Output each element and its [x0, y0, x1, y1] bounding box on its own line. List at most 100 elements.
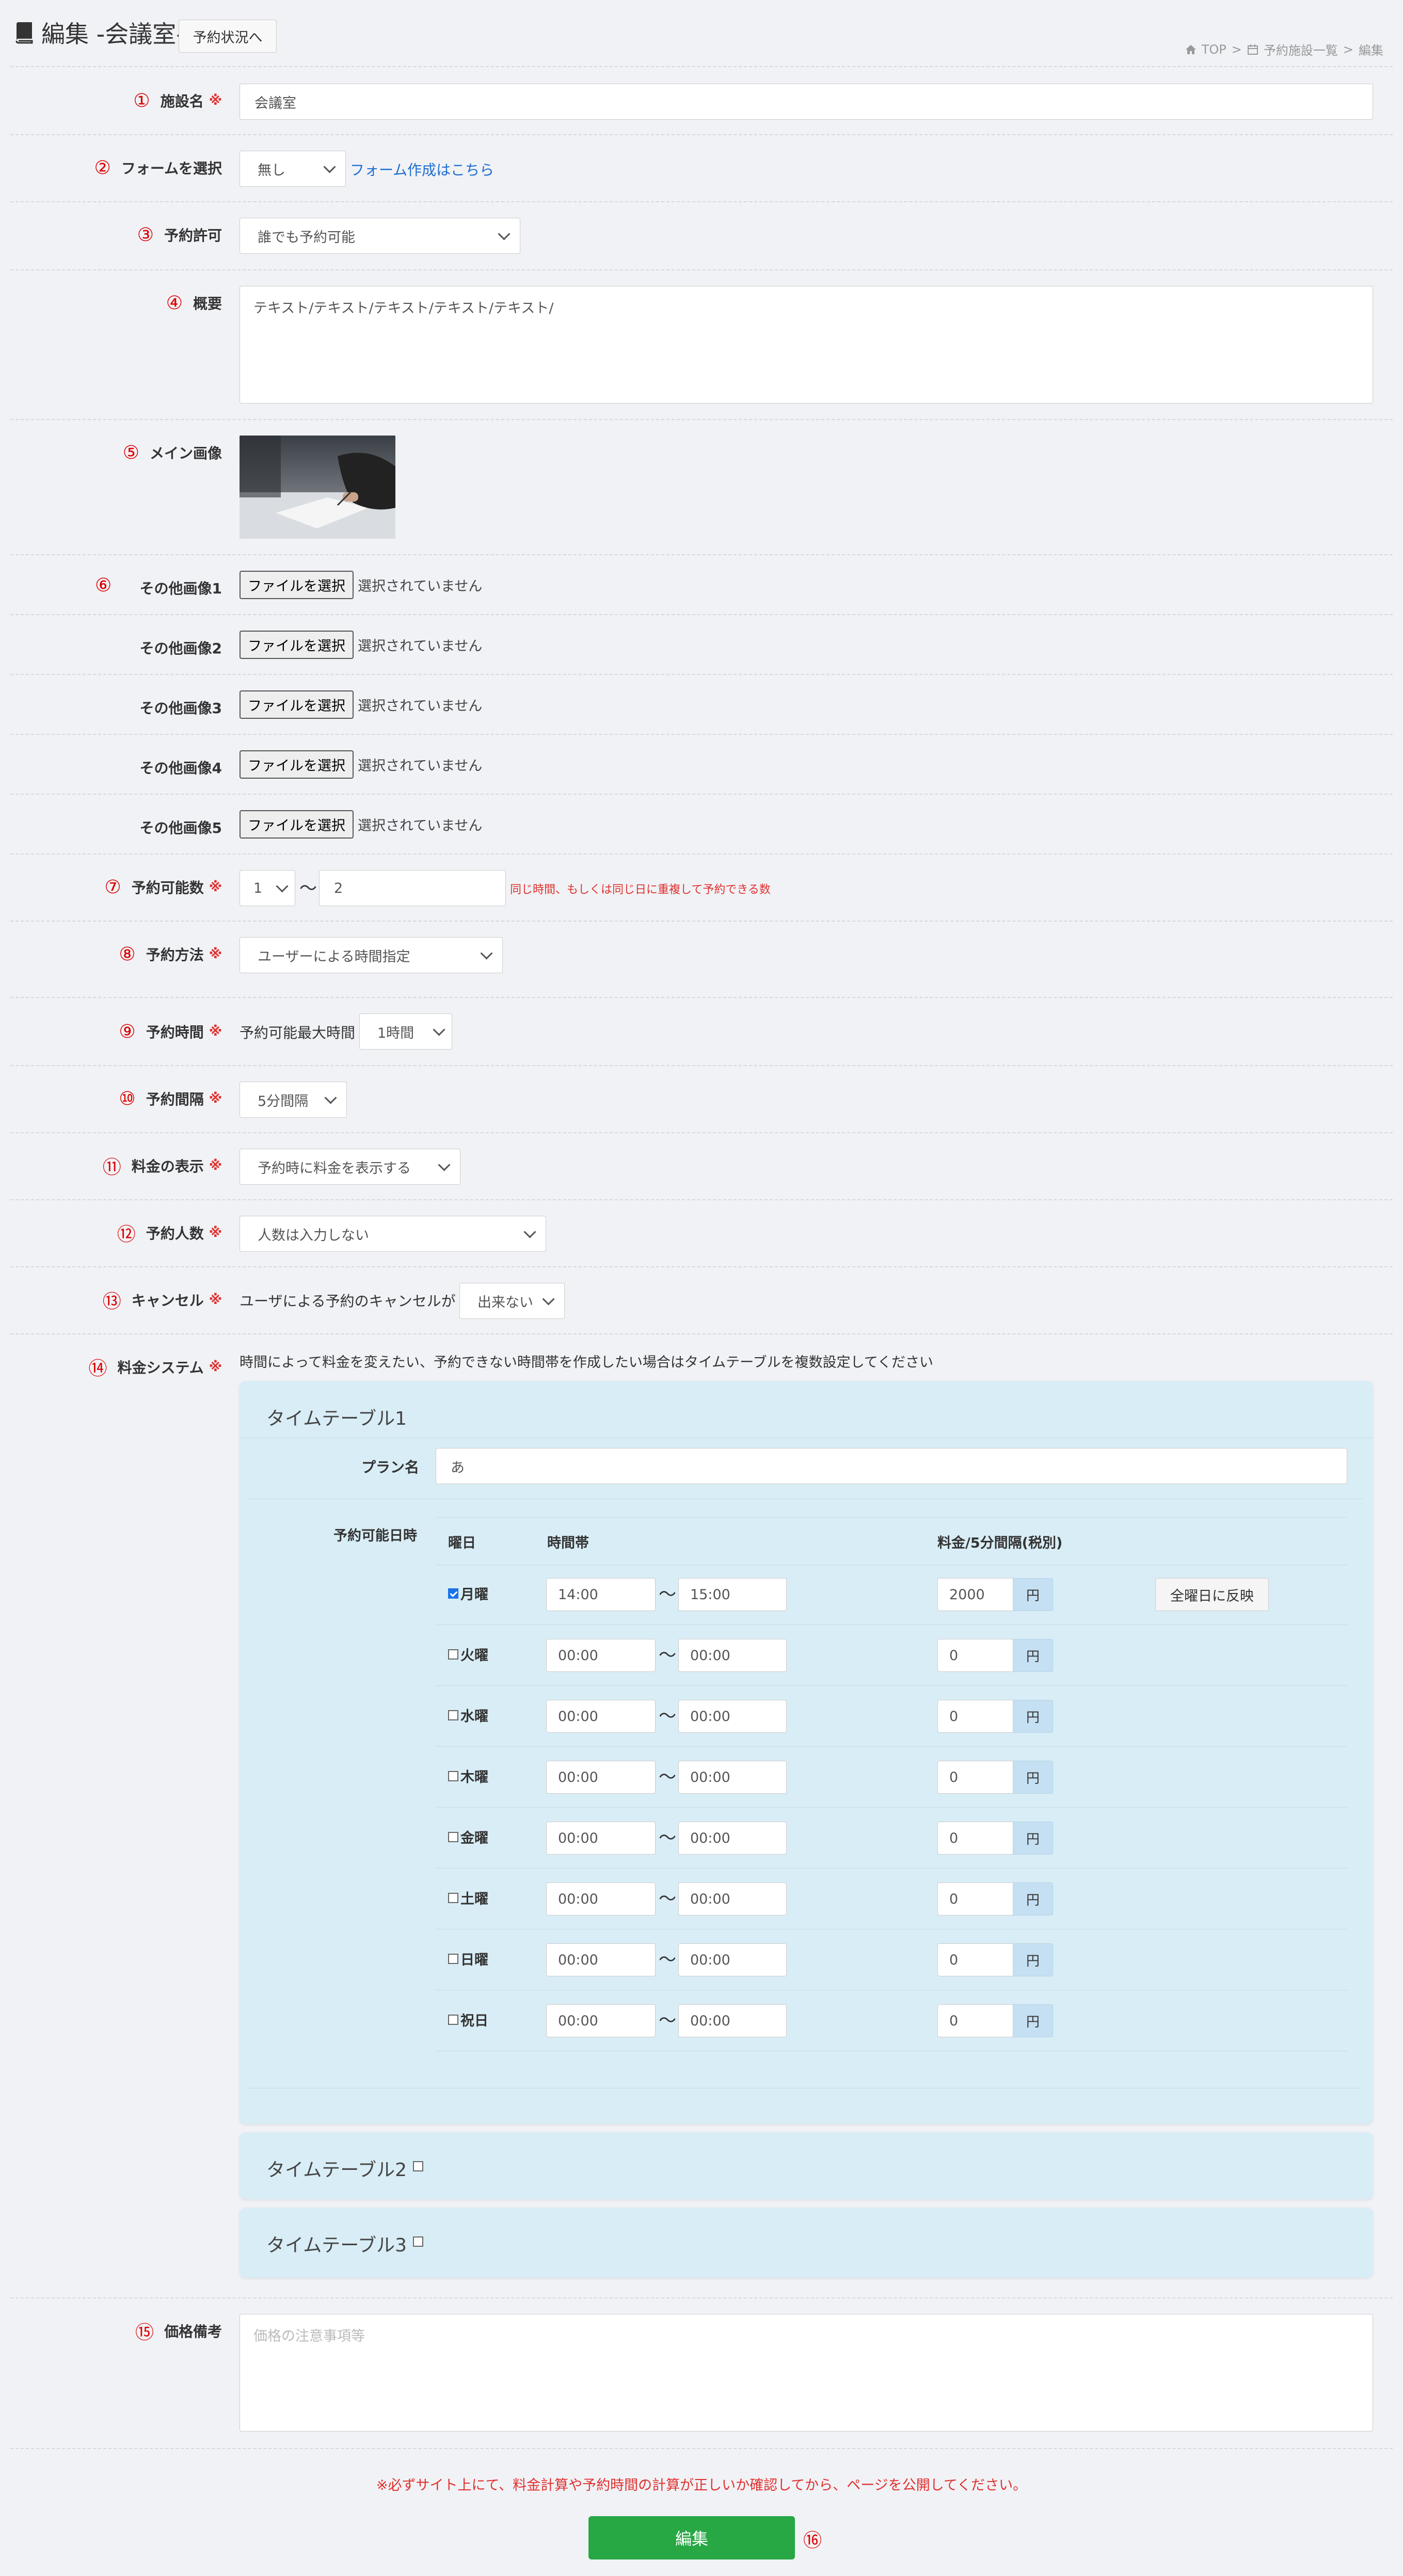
day-checkbox[interactable] — [448, 1649, 458, 1660]
price-input[interactable]: 0 — [937, 1822, 1014, 1855]
divider — [10, 201, 1393, 202]
price-input[interactable]: 0 — [937, 1943, 1014, 1976]
time-to-input[interactable]: 00:00 — [678, 1761, 787, 1794]
divider — [10, 921, 1393, 922]
time-from-input[interactable]: 00:00 — [546, 1882, 656, 1915]
other-image-5-file: ファイルを選択 選択されていません — [240, 810, 482, 839]
yen-addon: 円 — [1013, 1700, 1053, 1733]
breadcrumb-top[interactable]: TOP — [1202, 42, 1226, 57]
file-select-button[interactable]: ファイルを選択 — [240, 571, 354, 599]
price-input[interactable]: 0 — [937, 1882, 1014, 1915]
other-image-2-file: ファイルを選択 選択されていません — [240, 631, 482, 659]
edit-submit-button[interactable]: 編集 — [588, 2516, 795, 2559]
capacity-min-select[interactable]: 1 — [240, 870, 295, 906]
tilde: 〜 — [659, 1950, 676, 1970]
time-to-input[interactable]: 15:00 — [678, 1578, 787, 1611]
day-checkbox[interactable] — [448, 1892, 458, 1903]
reservation-status-button[interactable]: 予約状況へ — [179, 20, 277, 53]
day-checkbox[interactable] — [448, 1710, 458, 1720]
timetable-3-checkbox[interactable] — [413, 2236, 423, 2247]
price-input[interactable]: 0 — [937, 1639, 1014, 1672]
price-display-select[interactable]: 予約時に料金を表示する — [240, 1149, 460, 1185]
form-select[interactable]: 無し — [240, 151, 346, 187]
day-name: 祝日 — [460, 2013, 488, 2029]
divider — [10, 66, 1393, 67]
cancel-select[interactable]: 出来ない — [459, 1283, 565, 1319]
apply-all-days-button[interactable]: 全曜日に反映 — [1155, 1578, 1269, 1611]
chevron-down-icon — [323, 160, 336, 173]
day-name: 日曜 — [460, 1952, 488, 1968]
price-system-label: ⑭ 料金システム ※ — [88, 1358, 222, 1379]
method-label: ⑧ 予約方法 ※ — [119, 943, 222, 965]
price-input[interactable]: 0 — [937, 2004, 1014, 2037]
divider — [436, 1807, 1347, 1808]
day-cell: 土曜 — [448, 1888, 488, 1908]
file-status: 選択されていません — [358, 758, 483, 774]
price-input[interactable]: 2000 — [937, 1578, 1014, 1611]
timetable-1-panel — [240, 1381, 1373, 2124]
yen-addon: 円 — [1013, 1822, 1053, 1855]
file-select-button[interactable]: ファイルを選択 — [240, 810, 354, 839]
price-input[interactable]: 0 — [937, 1700, 1014, 1733]
day-checkbox[interactable] — [448, 1588, 458, 1599]
cancel-label: ⑬ キャンセル ※ — [102, 1291, 222, 1312]
time-to-input[interactable]: 00:00 — [678, 2004, 787, 2037]
permission-label: ③ 予約許可 — [137, 224, 222, 246]
time-to-input[interactable]: 00:00 — [678, 1639, 787, 1672]
people-select[interactable]: 人数は入力しない — [240, 1216, 546, 1252]
divider — [10, 1132, 1393, 1133]
price-input[interactable]: 0 — [937, 1761, 1014, 1794]
file-select-button[interactable]: ファイルを選択 — [240, 631, 354, 659]
summary-label: ④ 概要 — [166, 292, 222, 314]
time-prefix: 予約可能最大時間 — [240, 1024, 356, 1041]
day-cell: 金曜 — [448, 1827, 488, 1847]
plan-name-input[interactable]: あ — [436, 1448, 1347, 1484]
day-cell: 祝日 — [448, 2009, 488, 2030]
chevron-down-icon — [433, 1023, 445, 1036]
day-name: 月曜 — [460, 1587, 488, 1603]
time-from-input[interactable]: 00:00 — [546, 1639, 656, 1672]
time-select[interactable]: 1時間 — [359, 1013, 452, 1050]
form-create-link[interactable]: フォーム作成はこちら — [350, 159, 494, 180]
price-note-textarea[interactable]: 価格の注意事項等 — [240, 2314, 1373, 2432]
method-select[interactable]: ユーザーによる時間指定 — [240, 937, 503, 973]
timetable-2-checkbox[interactable] — [413, 2161, 423, 2171]
file-select-button[interactable]: ファイルを選択 — [240, 750, 354, 779]
day-cell: 水曜 — [448, 1705, 488, 1725]
divider — [436, 1685, 1347, 1686]
time-from-input[interactable]: 00:00 — [546, 1700, 656, 1733]
capacity-label: ⑦ 予約可能数 ※ — [104, 876, 222, 898]
time-from-input[interactable]: 14:00 — [546, 1578, 656, 1611]
chevron-down-icon — [276, 879, 289, 893]
file-select-button[interactable]: ファイルを選択 — [240, 690, 354, 719]
tilde: 〜 — [659, 1706, 676, 1727]
day-checkbox[interactable] — [448, 1770, 458, 1781]
price-note-placeholder: 価格の注意事項等 — [253, 2328, 365, 2344]
day-cell: 木曜 — [448, 1766, 488, 1786]
facility-name-input[interactable]: 会議室 — [240, 84, 1373, 120]
time-to-input[interactable]: 00:00 — [678, 1700, 787, 1733]
price-system-description: 時間によって料金を変えたい、予約できない時間帯を作成したい場合はタイムテーブルを… — [240, 1355, 934, 1371]
interval-select[interactable]: 5分間隔 — [240, 1082, 347, 1118]
yen-addon: 円 — [1013, 1578, 1053, 1611]
day-checkbox[interactable] — [448, 2014, 458, 2025]
chevron-down-icon — [480, 946, 493, 960]
day-checkbox[interactable] — [448, 1953, 458, 1964]
time-from-input[interactable]: 00:00 — [546, 1943, 656, 1976]
time-from-input[interactable]: 00:00 — [546, 1822, 656, 1855]
capacity-max-input[interactable]: 2 — [319, 870, 506, 906]
permission-select[interactable]: 誰でも予約可能 — [240, 218, 520, 254]
time-to-input[interactable]: 00:00 — [678, 1822, 787, 1855]
tilde: 〜 — [659, 1584, 676, 1605]
main-image-thumbnail[interactable] — [240, 436, 395, 539]
breadcrumb-list[interactable]: 予約施設一覧 — [1264, 40, 1338, 58]
day-header: 曜日 — [448, 1535, 476, 1551]
summary-textarea[interactable]: テキスト/テキスト/テキスト/テキスト/テキスト/ — [240, 286, 1373, 404]
divider — [10, 997, 1393, 998]
time-to-input[interactable]: 00:00 — [678, 1943, 787, 1976]
time-from-input[interactable]: 00:00 — [546, 2004, 656, 2037]
time-to-input[interactable]: 00:00 — [678, 1882, 787, 1915]
time-from-input[interactable]: 00:00 — [546, 1761, 656, 1794]
divider — [10, 1065, 1393, 1066]
day-checkbox[interactable] — [448, 1831, 458, 1842]
